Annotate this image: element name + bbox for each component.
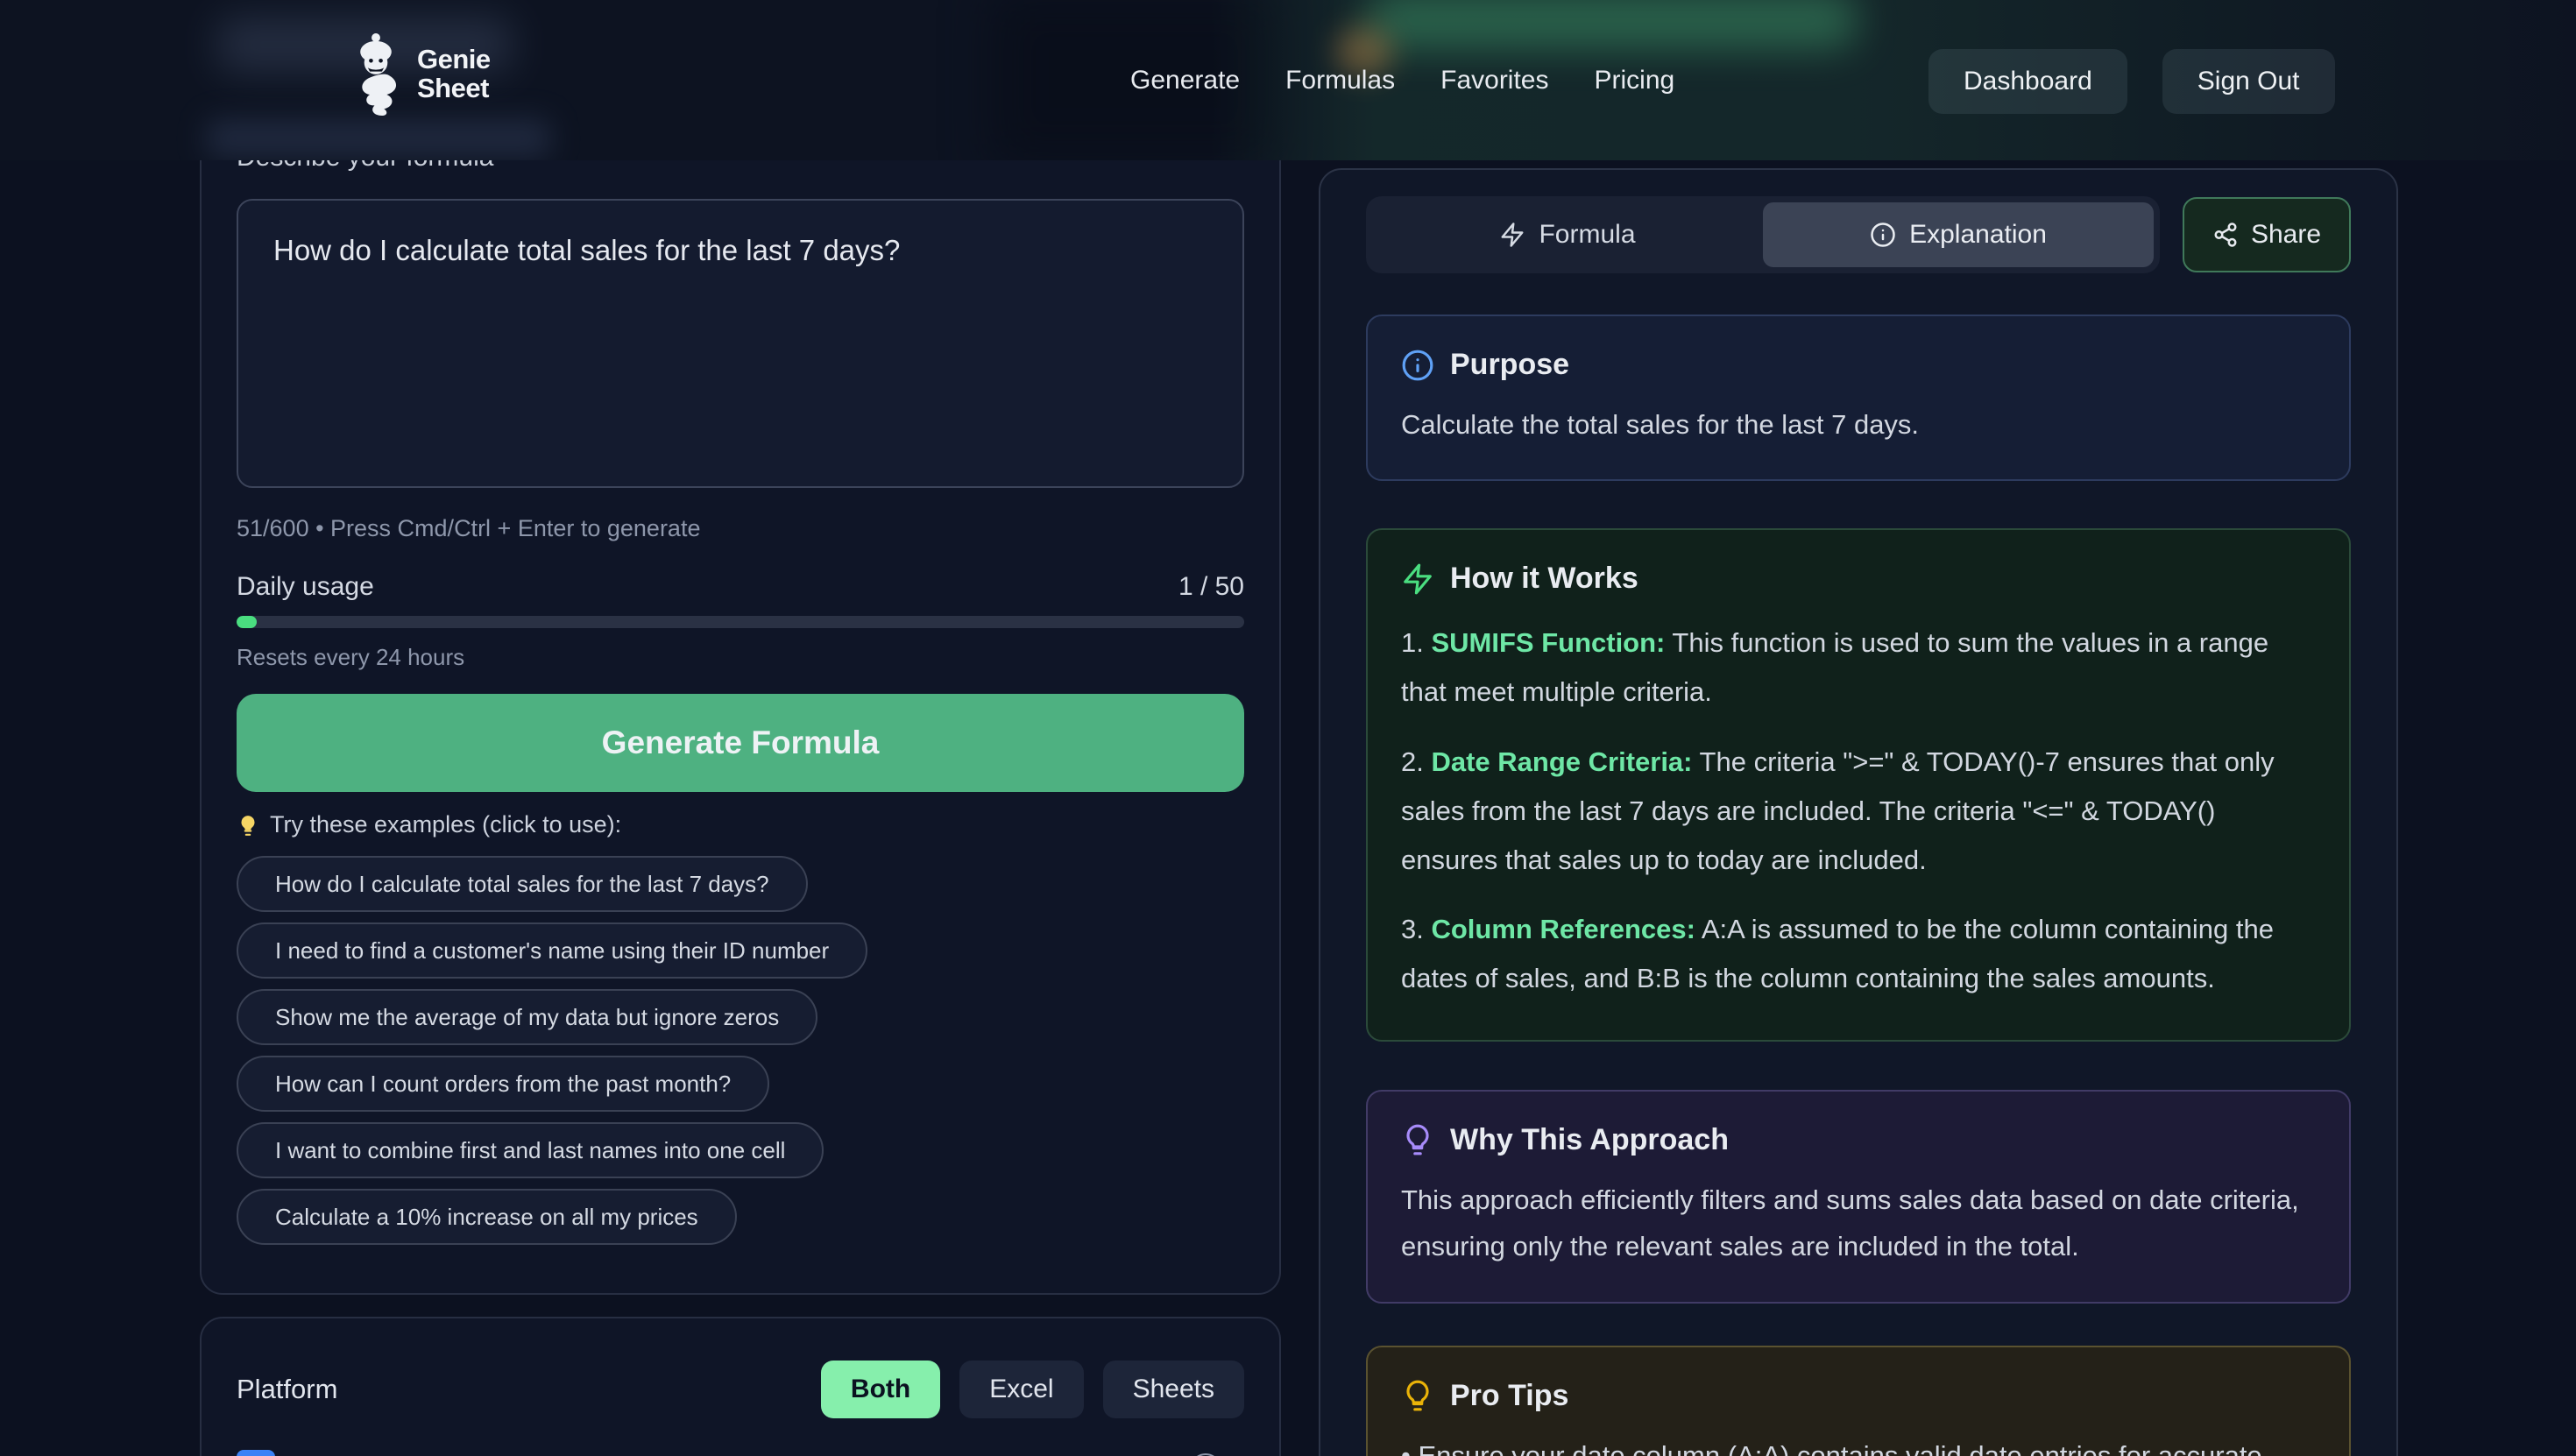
nav-link-generate[interactable]: Generate (1130, 66, 1240, 95)
example-chip[interactable]: Calculate a 10% increase on all my price… (237, 1189, 737, 1245)
how-it-works-title: How it Works (1450, 562, 1638, 596)
examples-title: Try these examples (click to use): (237, 811, 1244, 838)
how-it-works-card: How it Works 1. SUMIFS Function: This fu… (1366, 528, 2351, 1042)
lightbulb-icon (237, 814, 259, 837)
why-this-approach-title: Why This Approach (1450, 1123, 1729, 1157)
platform-option-excel[interactable]: Excel (959, 1361, 1083, 1418)
example-chip[interactable]: How can I count orders from the past mon… (237, 1056, 769, 1112)
generate-formula-button[interactable]: Generate Formula (237, 694, 1244, 792)
platform-row: Platform Both Excel Sheets (237, 1361, 1244, 1418)
pro-tips-title: Pro Tips (1450, 1379, 1568, 1413)
sign-out-button[interactable]: Sign Out (2162, 49, 2335, 114)
share-icon (2212, 222, 2239, 248)
nav-link-pricing[interactable]: Pricing (1595, 66, 1675, 95)
examples-title-text: Try these examples (click to use): (270, 811, 621, 838)
brand-logo[interactable]: Genie Sheet (349, 32, 491, 116)
daily-usage-row: Daily usage 1 / 50 (237, 572, 1244, 602)
why-this-approach-card: Why This Approach This approach efficien… (1366, 1090, 2351, 1304)
usage-progress-bar (237, 616, 1244, 628)
result-tabs: Formula Explanation (1366, 196, 2160, 273)
platform-label: Platform (237, 1374, 337, 1405)
example-chip-list: How do I calculate total sales for the l… (237, 856, 1244, 1245)
formula-description-input[interactable]: How do I calculate total sales for the l… (237, 199, 1244, 488)
result-tabs-row: Formula Explanation Share (1366, 196, 2351, 273)
lightbulb-icon (1401, 1123, 1434, 1156)
tab-explanation[interactable]: Explanation (1763, 202, 2154, 267)
example-chip[interactable]: I want to combine first and last names i… (237, 1122, 824, 1178)
platform-options: Both Excel Sheets (821, 1361, 1244, 1418)
lightning-icon (1401, 562, 1434, 596)
purpose-body: Calculate the total sales for the last 7… (1401, 401, 2316, 448)
why-this-approach-body: This approach efficiently filters and su… (1401, 1177, 2316, 1270)
pro-tips-body: • Ensure your date column (A:A) contains… (1401, 1432, 2316, 1456)
example-chip[interactable]: I need to find a customer's name using t… (237, 922, 867, 979)
app-canvas: Describe your formula How do I calculate… (0, 0, 2576, 1456)
blurred-region (207, 119, 550, 158)
nav-buttons: Dashboard Sign Out (1928, 49, 2335, 114)
share-label: Share (2251, 220, 2321, 250)
dashboard-button[interactable]: Dashboard (1928, 49, 2127, 114)
usage-reset-note: Resets every 24 hours (237, 644, 1244, 671)
safety-row: Safe mode (237, 1450, 1244, 1456)
safety-checkbox[interactable] (237, 1450, 275, 1456)
nav-links: Generate Formulas Favorites Pricing (1130, 0, 1674, 160)
platform-card: Platform Both Excel Sheets Safe mode (200, 1317, 1281, 1456)
pro-tips-card: Pro Tips • Ensure your date column (A:A)… (1366, 1346, 2351, 1456)
lightning-icon (1499, 222, 1525, 248)
example-chip[interactable]: How do I calculate total sales for the l… (237, 856, 808, 912)
char-count-hint: 51/600 • Press Cmd/Ctrl + Enter to gener… (237, 515, 1244, 542)
tab-formula-label: Formula (1539, 220, 1635, 250)
share-button[interactable]: Share (2183, 197, 2351, 272)
tab-explanation-label: Explanation (1909, 220, 2047, 250)
genie-logo-icon (349, 32, 403, 116)
usage-progress-fill (237, 616, 257, 628)
platform-option-sheets[interactable]: Sheets (1103, 1361, 1244, 1418)
how-step: 3. Column References: A:A is assumed to … (1401, 905, 2316, 1003)
example-chip[interactable]: Show me the average of my data but ignor… (237, 989, 817, 1045)
result-panel: Formula Explanation Share Purpose Calcul… (1319, 168, 2398, 1456)
composer-card: Describe your formula How do I calculate… (200, 110, 1281, 1295)
how-step: 2. Date Range Criteria: The criteria ">=… (1401, 738, 2316, 884)
daily-usage-label: Daily usage (237, 572, 374, 602)
daily-usage-count: 1 / 50 (1178, 572, 1244, 602)
purpose-title: Purpose (1450, 348, 1569, 382)
top-nav: Genie Sheet Generate Formulas Favorites … (0, 0, 2576, 160)
platform-option-both[interactable]: Both (821, 1361, 940, 1418)
lightbulb-icon (1401, 1379, 1434, 1412)
tab-formula[interactable]: Formula (1372, 202, 1763, 267)
info-icon (1870, 222, 1896, 248)
how-step: 1. SUMIFS Function: This function is use… (1401, 618, 2316, 717)
info-icon (1401, 349, 1434, 382)
purpose-card: Purpose Calculate the total sales for th… (1366, 315, 2351, 481)
nav-link-formulas[interactable]: Formulas (1285, 66, 1395, 95)
brand-name: Genie Sheet (417, 45, 491, 102)
nav-link-favorites[interactable]: Favorites (1440, 66, 1548, 95)
